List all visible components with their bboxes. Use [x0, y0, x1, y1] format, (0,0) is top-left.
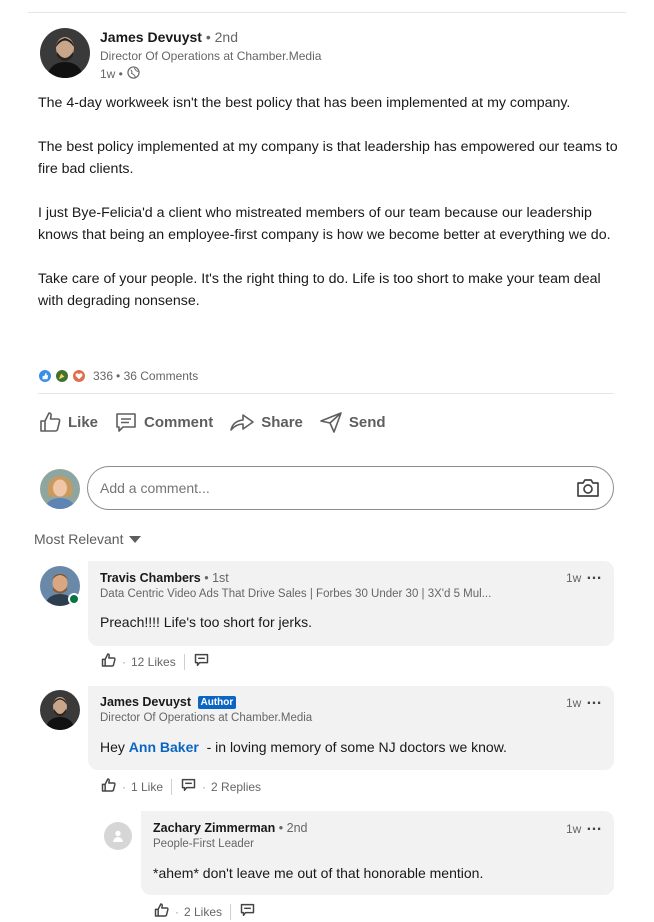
send-button[interactable]: Send — [319, 410, 386, 434]
post-meta: 1w • — [100, 66, 140, 82]
commenter-headline: Director Of Operations at Chamber.Media — [100, 712, 313, 724]
love-icon — [72, 369, 86, 383]
like-label: Like — [68, 413, 99, 431]
post-author-name[interactable]: James Devuyst — [100, 29, 202, 45]
commenter-name[interactable]: James Devuyst — [100, 695, 191, 709]
commenter-name[interactable]: Zachary Zimmerman — [153, 821, 275, 835]
reply-button[interactable] — [239, 902, 256, 921]
comment-text: *ahem* don't leave me out of that honora… — [153, 865, 484, 881]
actions-divider — [38, 393, 614, 394]
comment-button[interactable]: Comment — [114, 410, 213, 434]
reply-icon — [194, 653, 208, 667]
comment-icon — [116, 413, 136, 432]
comment-input[interactable] — [100, 480, 575, 496]
comment-actions: · 12 Likes — [100, 652, 210, 671]
separator — [183, 653, 185, 670]
share-arrow-icon — [230, 414, 254, 431]
send-icon — [320, 412, 342, 433]
comment-actions: · 1 Like · 2 Replies — [100, 777, 261, 796]
post-body: The 4-day workweek isn't the best policy… — [38, 92, 618, 312]
post-author-degree: • 2nd — [205, 29, 238, 45]
commenter-headline: Data Centric Video Ads That Drive Sales … — [100, 588, 492, 600]
more-options-icon[interactable]: … — [586, 566, 603, 584]
online-status-dot — [68, 593, 80, 605]
post-author-line: James Devuyst • 2nd — [100, 29, 238, 45]
post-action-bar: Like Comment Share Send — [38, 410, 402, 434]
thumbs-up-icon — [101, 778, 116, 792]
more-options-icon[interactable]: … — [586, 691, 603, 709]
post-paragraph: I just Bye-Felicia'd a client who mistre… — [38, 205, 611, 243]
sort-dropdown[interactable]: Most Relevant — [34, 531, 142, 547]
comment-time: 1w — [566, 822, 582, 836]
comment-like-count[interactable]: 1 Like — [131, 780, 163, 794]
comment-text: Preach!!!! Life's too short for jerks. — [100, 614, 312, 630]
send-label: Send — [348, 413, 386, 431]
comment-count[interactable]: • 36 Comments — [116, 369, 198, 383]
author-badge: Author — [197, 696, 237, 709]
commenter-name-line: Zachary Zimmerman • 2nd — [153, 821, 307, 835]
share-label: Share — [261, 413, 303, 431]
separator-dot: · — [175, 904, 179, 919]
comment-time: 1w — [566, 696, 582, 710]
like-comment-button[interactable] — [153, 902, 170, 921]
comment-time: 1w — [566, 571, 582, 585]
comment-input-box[interactable] — [87, 466, 614, 510]
top-divider — [28, 12, 626, 13]
commenter-degree: • 1st — [204, 571, 229, 585]
more-options-icon[interactable]: … — [586, 817, 603, 835]
comment-bubble: Travis Chambers • 1st Data Centric Video… — [88, 561, 614, 646]
thumbs-up-icon — [40, 412, 61, 432]
like-comment-button[interactable] — [100, 777, 117, 796]
like-button[interactable]: Like — [38, 410, 98, 434]
commenter-headline: People-First Leader — [153, 838, 254, 850]
post-time: 1w • — [100, 67, 123, 81]
thumbs-up-icon — [101, 653, 116, 667]
commenter-avatar[interactable] — [40, 690, 80, 730]
reaction-count[interactable]: 336 — [93, 369, 113, 383]
replies-count[interactable]: 2 Replies — [211, 780, 261, 794]
reply-button[interactable] — [180, 777, 197, 796]
comment-actions: · 2 Likes — [153, 902, 256, 921]
reply-button[interactable] — [193, 652, 210, 671]
commenter-name-line: Travis Chambers • 1st — [100, 571, 229, 585]
post-paragraph: The best policy implemented at my compan… — [38, 139, 618, 177]
caret-down-icon — [129, 535, 142, 543]
comment-like-count[interactable]: 12 Likes — [131, 655, 176, 669]
like-icon — [38, 369, 52, 383]
separator-dot: · — [202, 779, 207, 794]
post-author-headline: Director Of Operations at Chamber.Media — [100, 49, 322, 63]
comment-text-suffix: - in loving memory of some NJ doctors we… — [198, 739, 507, 755]
mention-link[interactable]: Ann Baker — [129, 739, 199, 755]
comment-text: Hey Ann Baker - in loving memory of some… — [100, 739, 507, 755]
comment-like-count[interactable]: 2 Likes — [184, 905, 222, 919]
person-icon — [113, 830, 123, 842]
post-paragraph: The 4-day workweek isn't the best policy… — [38, 95, 571, 111]
comment-label: Comment — [144, 413, 214, 431]
globe-icon — [127, 66, 140, 82]
separator — [230, 903, 232, 920]
comment-text-prefix: Hey — [100, 739, 129, 755]
reply-icon — [240, 903, 255, 917]
camera-icon[interactable] — [575, 477, 601, 499]
reactions-summary[interactable]: 336 • 36 Comments — [38, 367, 198, 385]
separator-dot: · — [122, 654, 126, 669]
commenter-avatar-placeholder[interactable] — [104, 822, 132, 850]
comment-bubble: James Devuyst Author Director Of Operati… — [88, 686, 614, 770]
reply-bubble: Zachary Zimmerman • 2nd People-First Lea… — [141, 811, 614, 895]
commenter-name-line: James Devuyst Author — [100, 695, 237, 709]
author-avatar[interactable] — [40, 28, 90, 78]
share-button[interactable]: Share — [229, 410, 303, 434]
celebrate-icon — [55, 369, 69, 383]
separator-dot: · — [122, 779, 126, 794]
current-user-avatar[interactable] — [40, 469, 80, 509]
sort-label: Most Relevant — [34, 531, 124, 547]
post-paragraph: Take care of your people. It's the right… — [38, 271, 601, 309]
like-comment-button[interactable] — [100, 652, 117, 671]
thumbs-up-icon — [154, 903, 169, 917]
commenter-degree: • 2nd — [278, 821, 308, 835]
separator — [171, 778, 173, 795]
commenter-name[interactable]: Travis Chambers — [100, 571, 201, 585]
reply-icon — [181, 778, 196, 792]
